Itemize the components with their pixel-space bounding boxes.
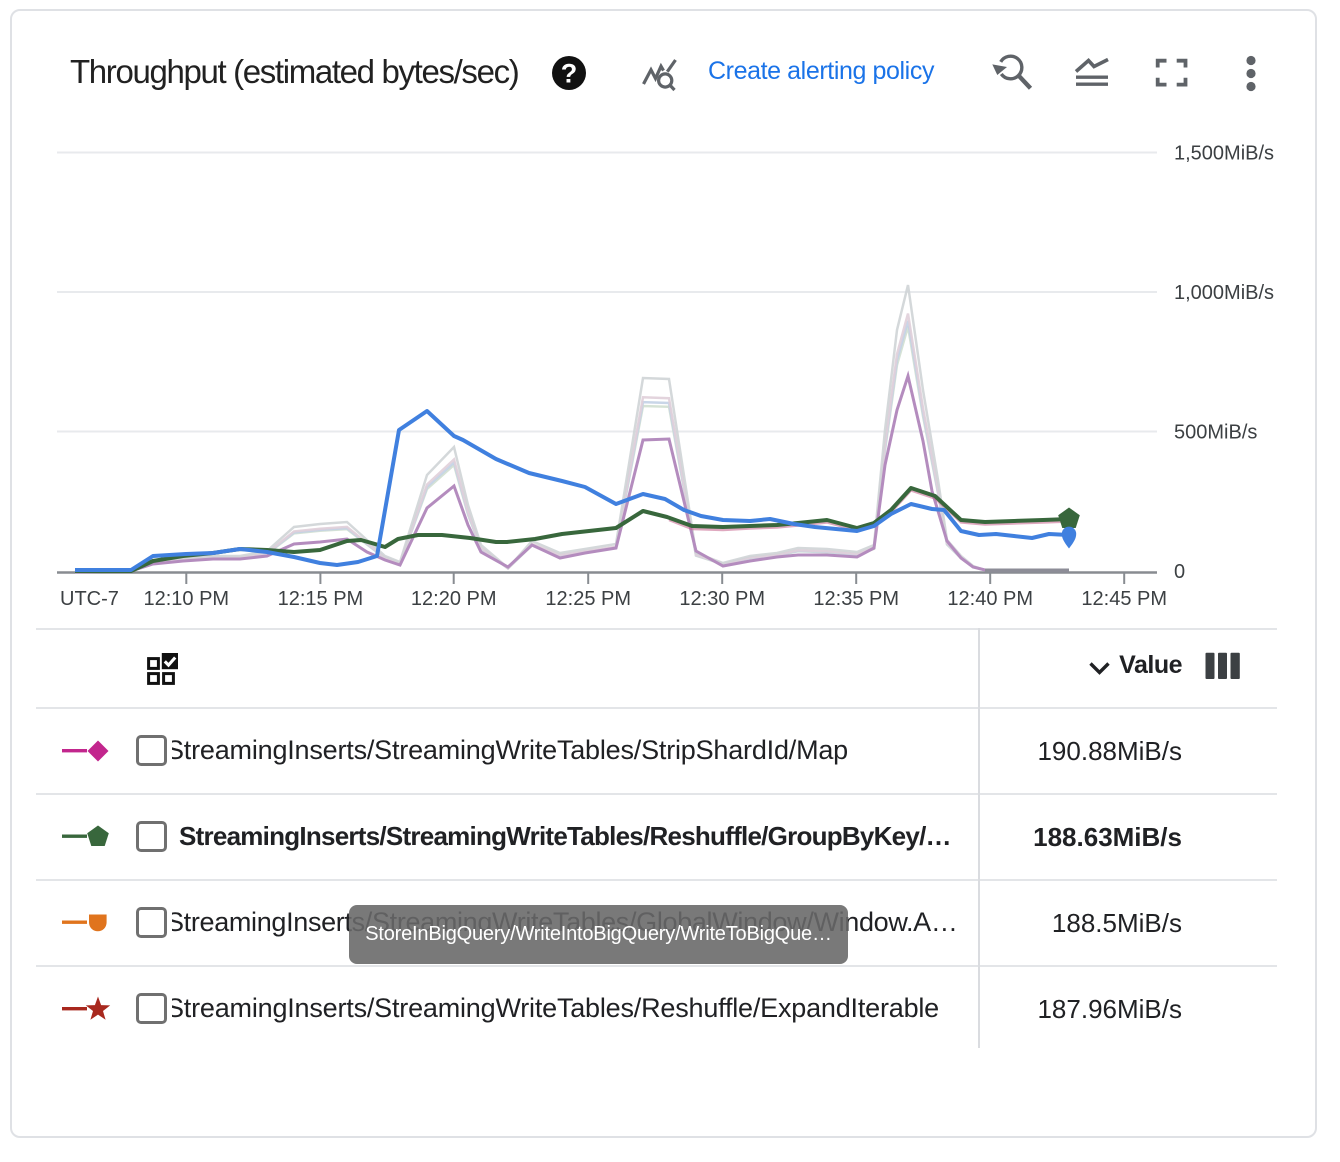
svg-text:12:30 PM: 12:30 PM bbox=[679, 588, 765, 610]
svg-text:12:40 PM: 12:40 PM bbox=[947, 588, 1033, 610]
svg-text:12:45 PM: 12:45 PM bbox=[1081, 588, 1167, 610]
svg-text:?: ? bbox=[561, 59, 578, 89]
svg-text:1,000MiB/s: 1,000MiB/s bbox=[1174, 282, 1274, 304]
svg-text:12:20 PM: 12:20 PM bbox=[411, 588, 497, 610]
svg-text:12:35 PM: 12:35 PM bbox=[813, 588, 899, 610]
svg-text:UTC-7: UTC-7 bbox=[60, 588, 119, 610]
svg-text:12:25 PM: 12:25 PM bbox=[545, 588, 631, 610]
svg-text:12:15 PM: 12:15 PM bbox=[278, 588, 364, 610]
svg-text:0: 0 bbox=[1174, 561, 1185, 583]
svg-text:12:10 PM: 12:10 PM bbox=[143, 588, 229, 610]
svg-text:500MiB/s: 500MiB/s bbox=[1174, 422, 1257, 444]
svg-text:1,500MiB/s: 1,500MiB/s bbox=[1174, 143, 1274, 165]
